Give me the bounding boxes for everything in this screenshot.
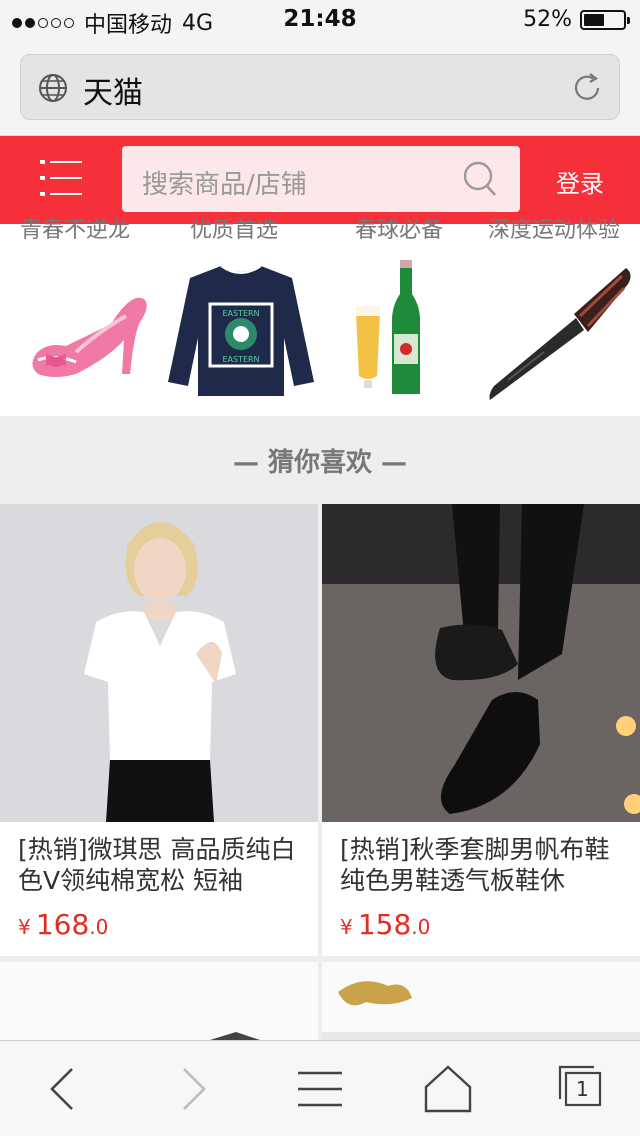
product-price: ¥ 158.0	[340, 908, 430, 941]
search-placeholder: 搜索商品/店铺	[142, 170, 307, 200]
canvas-shoes-image	[322, 504, 640, 822]
category-label: 深度运动体验	[488, 218, 621, 243]
status-bar: 中国移动 4G 21:48 52%	[0, 0, 640, 40]
section-title: — 猜你喜欢 —	[0, 416, 640, 504]
site-header: 搜索商品/店铺 登录	[0, 136, 640, 224]
tabs-button[interactable]: 1	[556, 1063, 612, 1115]
tab-count: 1	[576, 1077, 589, 1101]
category-strip: 青春不逆龙 优质首选 春球必备 深度运动体验 EASTERN EASTERN	[0, 218, 640, 416]
price-integer: 168	[35, 908, 90, 941]
login-button[interactable]: 登录	[540, 164, 620, 199]
search-input[interactable]: 搜索商品/店铺	[122, 146, 520, 212]
product-title[interactable]: [热销]微琪思 高品质纯白色V领纯棉宽松 短袖	[18, 834, 302, 896]
product-card[interactable]: [热销]秋季套脚男帆布鞋纯色男鞋透气板鞋休 ¥ 158.0	[322, 504, 640, 956]
price-integer: 158	[357, 908, 412, 941]
beer-bottle-icon[interactable]	[352, 254, 432, 404]
category-label: 青春不逆龙	[20, 218, 131, 243]
address-bar[interactable]: 天猫	[20, 54, 620, 120]
knife-icon[interactable]	[484, 254, 636, 404]
product-price: ¥ 168.0	[18, 908, 108, 941]
product-card[interactable]: [热销]微琪思 高品质纯白色V领纯棉宽松 短袖 ¥ 168.0	[0, 504, 318, 956]
battery-icon	[580, 9, 630, 30]
back-icon[interactable]	[36, 1063, 92, 1115]
reload-icon[interactable]	[569, 70, 605, 106]
product-image[interactable]	[0, 962, 318, 1042]
currency-symbol: ¥	[340, 915, 353, 939]
home-icon[interactable]	[420, 1063, 476, 1115]
currency-symbol: ¥	[18, 915, 31, 939]
forward-icon[interactable]	[164, 1063, 220, 1115]
product-card[interactable]	[0, 962, 318, 1042]
search-icon[interactable]	[462, 160, 498, 198]
menu-icon[interactable]	[40, 156, 82, 200]
svg-text:EASTERN: EASTERN	[222, 309, 259, 318]
url-text: 天猫	[83, 76, 143, 111]
product-title[interactable]: [热销]秋季套脚男帆布鞋纯色男鞋透气板鞋休	[340, 834, 624, 896]
battery-percent: 52%	[523, 7, 572, 32]
tshirt-model-image	[0, 504, 318, 822]
category-label: 春球必备	[355, 218, 444, 243]
product-image[interactable]	[322, 962, 640, 1042]
price-decimal: .0	[411, 915, 431, 939]
product-card[interactable]	[322, 962, 640, 1042]
tmall-mobile-page: 中国移动 4G 21:48 52% 天猫 搜索商品/店铺 登录 青春不逆龙 优质…	[0, 0, 640, 1136]
price-decimal: .0	[89, 915, 109, 939]
browser-toolbar: 1	[0, 1040, 640, 1136]
sweatshirt-icon[interactable]: EASTERN EASTERN	[166, 254, 316, 404]
browser-address-area: 天猫	[0, 40, 640, 136]
product-image[interactable]	[322, 504, 640, 822]
product-image[interactable]	[0, 504, 318, 822]
high-heel-shoe-icon[interactable]	[16, 254, 156, 404]
category-label: 优质首选	[190, 218, 279, 243]
globe-icon	[39, 74, 67, 102]
svg-text:EASTERN: EASTERN	[222, 355, 259, 364]
menu-lines-icon[interactable]	[292, 1063, 348, 1115]
